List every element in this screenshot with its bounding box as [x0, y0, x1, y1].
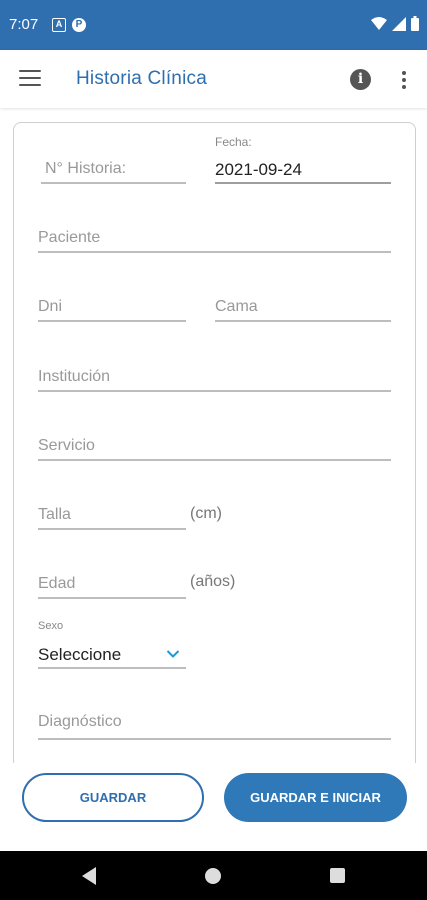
historia-underline: [41, 182, 186, 184]
talla-underline: [38, 528, 186, 530]
sexo-dropdown[interactable]: Sexo Seleccione: [38, 620, 186, 672]
wifi-icon: [371, 16, 387, 30]
recent-apps-icon[interactable]: [330, 868, 345, 883]
cama-field[interactable]: Cama: [215, 296, 391, 326]
dni-underline: [38, 320, 186, 322]
info-icon[interactable]: i: [350, 69, 371, 90]
app-bar: Historia Clínica i: [0, 50, 427, 108]
guardar-button[interactable]: GUARDAR: [22, 773, 204, 822]
system-nav-bar: [0, 851, 427, 900]
dni-field[interactable]: Dni: [38, 296, 186, 326]
guardar-iniciar-button[interactable]: GUARDAR E INICIAR: [224, 773, 407, 822]
paciente-field[interactable]: Paciente: [38, 227, 391, 257]
back-icon[interactable]: [82, 867, 96, 885]
talla-unit: (cm): [190, 505, 222, 522]
institucion-placeholder: Institución: [38, 368, 111, 385]
hamburger-menu-icon[interactable]: [19, 70, 41, 88]
sexo-label: Sexo: [38, 620, 64, 632]
diagnostico-field[interactable]: Diagnóstico: [38, 711, 391, 741]
signal-icon: [392, 16, 406, 31]
talla-placeholder: Talla: [38, 506, 71, 523]
servicio-placeholder: Servicio: [38, 437, 95, 454]
sexo-value: Seleccione: [38, 645, 122, 664]
status-bar: 7:07 A P: [0, 0, 427, 50]
institucion-field[interactable]: Institución: [38, 366, 391, 396]
cama-placeholder: Cama: [215, 298, 258, 315]
servicio-underline: [38, 459, 391, 461]
chevron-down-icon: [166, 650, 180, 658]
status-time: 7:07: [9, 16, 39, 33]
diagnostico-underline: [38, 738, 391, 740]
diagnostico-placeholder: Diagnóstico: [38, 713, 122, 730]
notification-p-icon: P: [72, 18, 86, 32]
talla-field[interactable]: Talla: [38, 504, 186, 534]
battery-icon: [411, 16, 419, 31]
home-icon[interactable]: [205, 868, 221, 884]
edad-unit: (años): [190, 573, 236, 590]
sexo-underline: [38, 667, 186, 669]
historia-placeholder: N° Historia:: [45, 160, 127, 177]
cama-underline: [215, 320, 391, 322]
form-card: N° Historia: Fecha: 2021-09-24 Paciente …: [13, 122, 416, 763]
servicio-field[interactable]: Servicio: [38, 435, 391, 465]
edad-placeholder: Edad: [38, 575, 76, 592]
fecha-value: 2021-09-24: [215, 160, 302, 179]
fecha-field[interactable]: Fecha: 2021-09-24: [215, 135, 391, 187]
notification-a-icon: A: [52, 18, 66, 32]
edad-field[interactable]: Edad: [38, 573, 186, 603]
more-options-icon[interactable]: [400, 71, 408, 89]
paciente-placeholder: Paciente: [38, 229, 101, 246]
status-icons: [371, 16, 419, 31]
institucion-underline: [38, 390, 391, 392]
fecha-label: Fecha:: [215, 135, 252, 149]
edad-underline: [38, 597, 186, 599]
paciente-underline: [38, 251, 391, 253]
dni-placeholder: Dni: [38, 298, 63, 315]
historia-field[interactable]: N° Historia:: [41, 157, 186, 187]
fecha-underline: [215, 182, 391, 184]
page-title: Historia Clínica: [76, 68, 207, 89]
